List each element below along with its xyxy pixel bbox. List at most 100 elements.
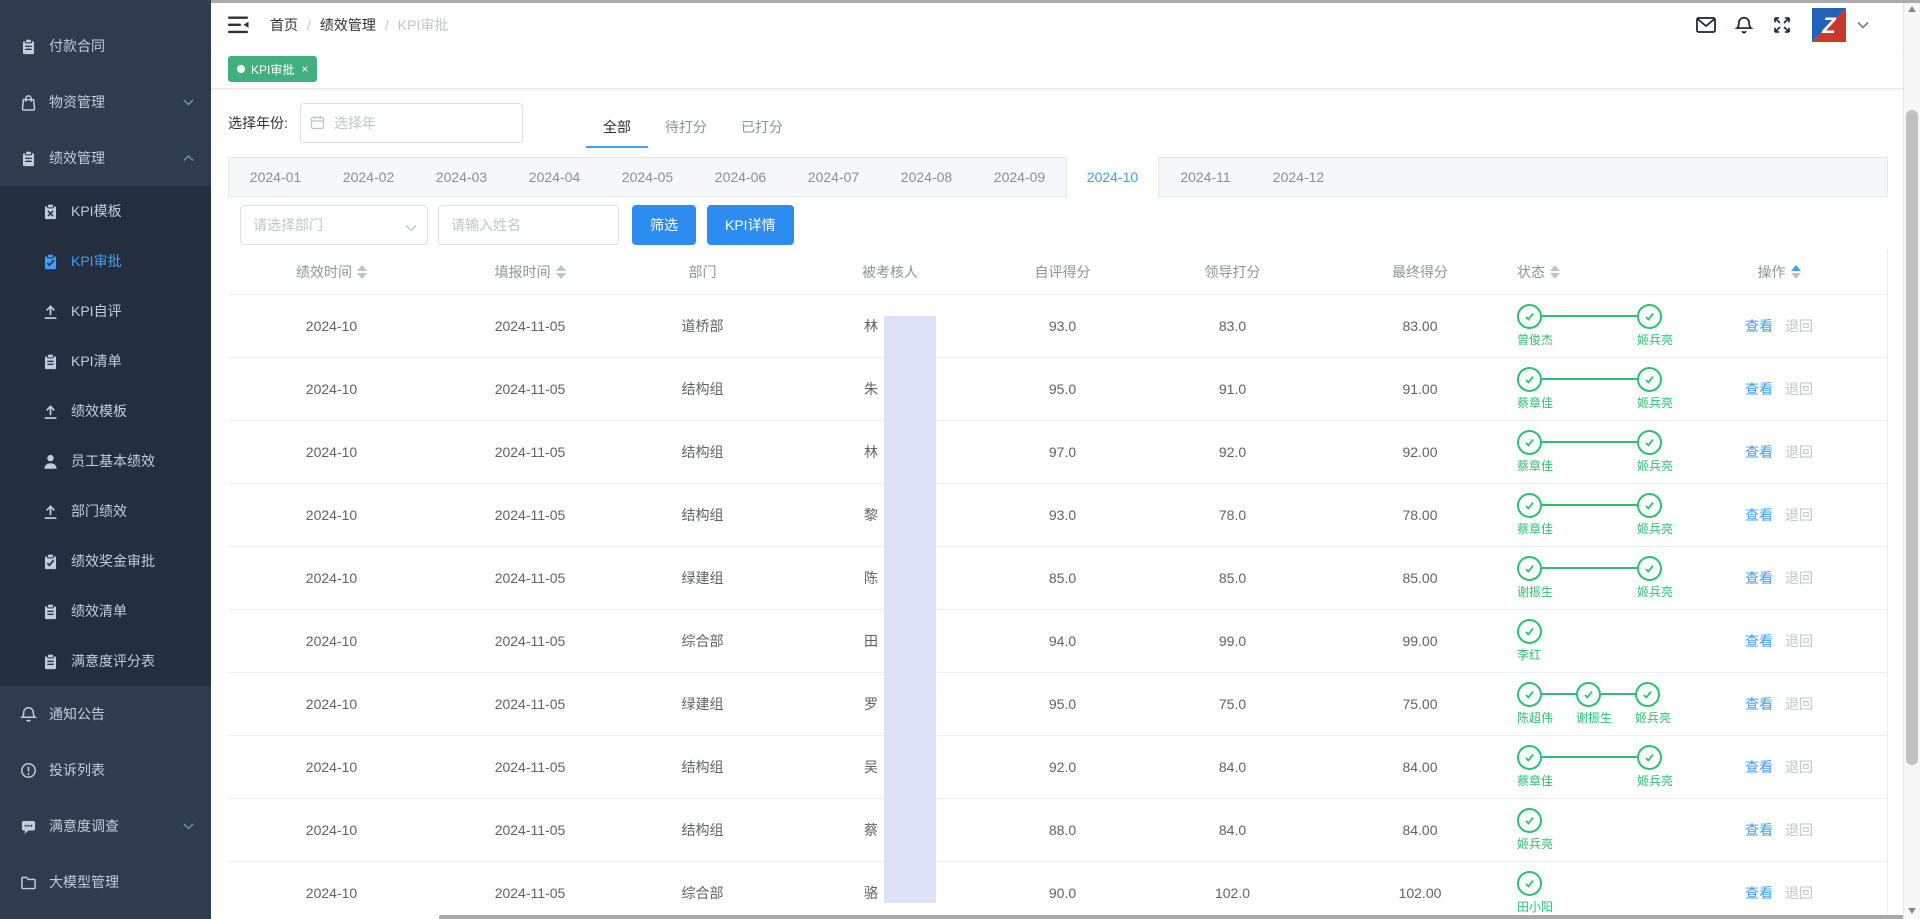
- view-link[interactable]: 查看: [1745, 381, 1773, 397]
- breadcrumb-item-绩效管理[interactable]: 绩效管理: [320, 15, 376, 35]
- cell-department: 综合部: [625, 883, 780, 903]
- scrollbar-thumb[interactable]: [1906, 110, 1918, 765]
- company-logo[interactable]: Z: [1811, 7, 1847, 43]
- sidebar-item-部门绩效[interactable]: 部门绩效: [0, 486, 211, 536]
- sidebar-item-KPI清单[interactable]: KPI清单: [0, 336, 211, 386]
- sidebar-item-大模型管理[interactable]: 大模型管理: [0, 854, 211, 910]
- month-tab-2024-08[interactable]: 2024-08: [880, 158, 973, 196]
- view-link[interactable]: 查看: [1745, 759, 1773, 775]
- sidebar-item-KPI模板[interactable]: KPI模板: [0, 186, 211, 236]
- person-name-input[interactable]: [438, 205, 619, 245]
- month-tab-2024-10[interactable]: 2024-10: [1066, 157, 1159, 197]
- sidebar-item-绩效模板[interactable]: 绩效模板: [0, 386, 211, 436]
- cell-self-score: 95.0: [1000, 381, 1125, 397]
- table-row: 2024-102024-11-05结构组吴92.084.084.00蔡章佳姬兵亮…: [228, 736, 1887, 799]
- user-icon: [42, 453, 59, 470]
- tag-kpi-approval[interactable]: KPI审批 ×: [228, 56, 317, 82]
- fullscreen-icon[interactable]: [1769, 12, 1795, 38]
- sidebar-item-满意度评分表[interactable]: 满意度评分表: [0, 636, 211, 686]
- view-link[interactable]: 查看: [1745, 633, 1773, 649]
- check-circle-icon: [1635, 682, 1660, 707]
- status-tab-已打分[interactable]: 已打分: [724, 108, 800, 148]
- month-tab-2024-03[interactable]: 2024-03: [415, 158, 508, 196]
- month-tab-2024-05[interactable]: 2024-05: [601, 158, 694, 196]
- month-tab-2024-09[interactable]: 2024-09: [973, 158, 1066, 196]
- flow-node: 蔡章佳: [1517, 430, 1542, 474]
- status-tab-待打分[interactable]: 待打分: [648, 108, 724, 148]
- column-header-填报时间[interactable]: 填报时间: [435, 262, 625, 282]
- table-row: 2024-102024-11-05结构组蔡88.084.084.00姬兵亮查看退…: [228, 799, 1887, 862]
- sidebar-item-满意度调查[interactable]: 满意度调查: [0, 798, 211, 854]
- breadcrumb-item-首页[interactable]: 首页: [270, 15, 298, 35]
- cell-leader-score: 102.0: [1125, 885, 1340, 901]
- check-circle-icon: [1517, 556, 1542, 581]
- sidebar-item-员工基本绩效[interactable]: 员工基本绩效: [0, 436, 211, 486]
- flow-node: 姬兵亮: [1637, 304, 1662, 348]
- bell-icon[interactable]: [1731, 12, 1757, 38]
- month-tab-2024-11[interactable]: 2024-11: [1159, 158, 1252, 196]
- search-controls: 筛选 KPI详情: [228, 205, 1888, 245]
- check-circle-icon: [1576, 682, 1601, 707]
- cell-approval-flow: 田小阳: [1500, 871, 1720, 915]
- cell-leader-score: 75.0: [1125, 696, 1340, 712]
- month-tab-2024-04[interactable]: 2024-04: [508, 158, 601, 196]
- cell-final-score: 102.00: [1340, 885, 1500, 901]
- sidebar-item-通知公告[interactable]: 通知公告: [0, 686, 211, 742]
- view-link[interactable]: 查看: [1745, 318, 1773, 334]
- table-row: 2024-102024-11-05结构组黎93.078.078.00蔡章佳姬兵亮…: [228, 484, 1887, 547]
- column-header-操作[interactable]: 操作: [1720, 262, 1888, 282]
- cell-leader-score: 84.0: [1125, 822, 1340, 838]
- scroll-down-arrow[interactable]: [1904, 902, 1920, 919]
- check-circle-icon: [1637, 745, 1662, 770]
- table-row: 2024-102024-11-05结构组朱95.091.091.00蔡章佳姬兵亮…: [228, 358, 1887, 421]
- view-link[interactable]: 查看: [1745, 507, 1773, 523]
- month-tab-2024-06[interactable]: 2024-06: [694, 158, 787, 196]
- sidebar-collapse-icon[interactable]: [228, 16, 249, 34]
- department-select[interactable]: [240, 205, 428, 245]
- mail-icon[interactable]: [1693, 12, 1719, 38]
- sort-carets-icon[interactable]: [556, 265, 566, 279]
- sidebar-item-绩效奖金审批[interactable]: 绩效奖金审批: [0, 536, 211, 586]
- status-tab-全部[interactable]: 全部: [586, 108, 648, 148]
- clipboard-lines-icon: [42, 653, 59, 670]
- sidebar-item-付款合同[interactable]: 付款合同: [0, 18, 211, 74]
- view-link[interactable]: 查看: [1745, 444, 1773, 460]
- sort-carets-icon[interactable]: [357, 265, 367, 279]
- table-header-row: 绩效时间填报时间部门被考核人自评得分领导打分最终得分状态操作: [228, 250, 1887, 295]
- month-tab-2024-02[interactable]: 2024-02: [322, 158, 415, 196]
- flow-connector: [1542, 378, 1637, 380]
- cell-department: 结构组: [625, 757, 780, 777]
- month-tab-2024-12[interactable]: 2024-12: [1252, 158, 1345, 196]
- month-tab-2024-07[interactable]: 2024-07: [787, 158, 880, 196]
- view-link[interactable]: 查看: [1745, 696, 1773, 712]
- sidebar-item-KPI自评[interactable]: KPI自评: [0, 286, 211, 336]
- view-link[interactable]: 查看: [1745, 885, 1773, 901]
- sort-carets-icon[interactable]: [1791, 265, 1801, 279]
- year-picker-input[interactable]: [300, 103, 523, 143]
- sidebar-item-KPI审批[interactable]: KPI审批: [0, 236, 211, 286]
- score-status-tabs: 全部待打分已打分: [586, 108, 800, 148]
- kpi-detail-button[interactable]: KPI详情: [707, 205, 794, 245]
- top-navbar: 首页/绩效管理/KPI审批: [211, 0, 1903, 50]
- tag-close-icon[interactable]: ×: [301, 62, 308, 76]
- filter-button[interactable]: 筛选: [632, 205, 696, 245]
- sort-carets-icon[interactable]: [1550, 265, 1560, 279]
- table-row: 2024-102024-11-05综合部骆90.0102.0102.00田小阳查…: [228, 862, 1887, 919]
- approver-name: 姬兵亮: [1637, 520, 1673, 537]
- sidebar-item-label: 满意度评分表: [71, 651, 155, 671]
- cell-filled-date: 2024-11-05: [435, 444, 625, 460]
- flow-connector: [1601, 693, 1635, 695]
- view-link[interactable]: 查看: [1745, 570, 1773, 586]
- user-menu-caret-icon[interactable]: [1857, 21, 1869, 29]
- view-link[interactable]: 查看: [1745, 822, 1773, 838]
- sidebar-item-投诉列表[interactable]: 投诉列表: [0, 742, 211, 798]
- sidebar-item-物资管理[interactable]: 物资管理: [0, 74, 211, 130]
- month-tab-2024-01[interactable]: 2024-01: [229, 158, 322, 196]
- horizontal-scrollbar[interactable]: [439, 915, 1920, 919]
- check-circle-icon: [1517, 682, 1542, 707]
- cell-final-score: 84.00: [1340, 822, 1500, 838]
- sidebar-item-绩效清单[interactable]: 绩效清单: [0, 586, 211, 636]
- column-header-绩效时间[interactable]: 绩效时间: [228, 262, 435, 282]
- column-header-状态[interactable]: 状态: [1500, 262, 1720, 282]
- sidebar-item-绩效管理[interactable]: 绩效管理: [0, 130, 211, 186]
